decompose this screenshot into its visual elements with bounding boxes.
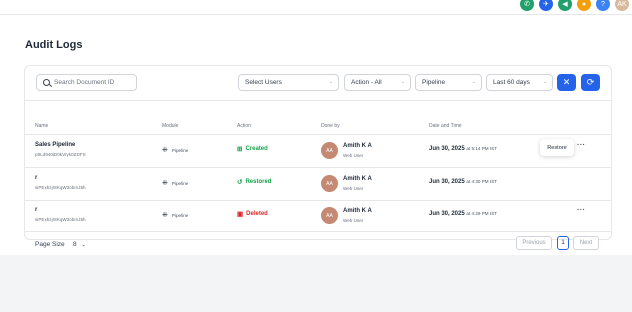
user-avatar[interactable]: AK <box>615 0 629 11</box>
trash-icon: ▣ <box>237 211 244 218</box>
user-role: Web User <box>343 186 364 191</box>
row-name[interactable]: Sales Pipeline <box>35 142 75 148</box>
users-select[interactable]: Select Users ⌄ <box>238 74 339 91</box>
help-icon[interactable]: ? <box>596 0 610 11</box>
action-select-value: Action - All <box>351 79 382 86</box>
row-module-label: Pipeline <box>171 212 189 218</box>
created-icon: ⊞ <box>237 146 243 153</box>
phone-icon[interactable]: ✆ <box>520 0 534 11</box>
user-role: Web User <box>343 153 364 158</box>
divider <box>25 200 611 201</box>
row-action-label: Restored <box>245 179 272 185</box>
row-action: ⊞ Created <box>237 145 268 153</box>
row-time: at 4:30 PM IST <box>466 179 498 184</box>
row-action: ▣ Deleted <box>237 210 268 218</box>
bell-icon[interactable]: ● <box>577 0 591 11</box>
refresh-icon: ⟳ <box>586 77 595 87</box>
restore-icon: ↺ <box>237 179 243 186</box>
row-document-id: siPExbzjr8KqW3obmJ5h <box>35 185 86 190</box>
user-name: Amith K A <box>343 143 372 149</box>
row-name[interactable]: r <box>35 175 37 181</box>
column-header-date: Date and Time <box>429 123 462 129</box>
user-name: Amith K A <box>343 208 372 214</box>
column-header-action: Action <box>237 123 251 129</box>
search-icon <box>43 79 50 86</box>
users-select-value: Select Users <box>245 79 282 86</box>
module-select[interactable]: Pipeline ⌄ <box>415 74 482 91</box>
user-role: Web User <box>343 218 364 223</box>
date-range-value: Last 60 days <box>493 79 530 86</box>
row-date: Jun 30, 2025 <box>429 146 465 152</box>
column-header-done-by: Done by <box>321 123 340 129</box>
avatar: AA <box>321 175 338 192</box>
page-size-label: Page Size <box>35 241 65 248</box>
main-content: Audit Logs Search Document ID Select Use… <box>0 15 632 255</box>
date-range-select[interactable]: Last 60 days ⌄ <box>486 74 553 91</box>
row-action-label: Deleted <box>246 211 268 217</box>
row-time: at 4:29 PM IST <box>466 211 498 216</box>
row-document-id: siPExbzjr8KqW3obmJ5h <box>35 217 86 222</box>
row-module: ⁜ Pipeline <box>162 211 188 219</box>
page-size-value: 8 <box>73 241 77 248</box>
column-header-name: Name <box>35 123 49 129</box>
previous-page-button[interactable]: Previous <box>516 236 552 250</box>
row-module-label: Pipeline <box>171 147 189 153</box>
chevron-down-icon: ⌄ <box>400 79 405 85</box>
row-menu-button[interactable]: ··· <box>577 142 586 149</box>
chevron-down-icon: ⌄ <box>471 79 476 85</box>
restore-menu-item[interactable]: Restore <box>540 139 574 156</box>
row-module: ⁜ Pipeline <box>162 179 188 187</box>
row-date: Jun 30, 2025 <box>429 179 465 185</box>
page-number-button[interactable]: 1 <box>557 236 569 250</box>
pipeline-icon: ⁜ <box>162 212 168 219</box>
module-select-value: Pipeline <box>422 79 446 86</box>
avatar: AA <box>321 142 338 159</box>
next-page-button[interactable]: Next <box>573 236 599 250</box>
search-placeholder: Search Document ID <box>54 79 115 86</box>
clear-filters-button[interactable]: ✕ <box>557 74 576 91</box>
divider <box>25 100 611 101</box>
row-date: Jun 30, 2025 <box>429 211 465 217</box>
megaphone-icon[interactable]: ◀ <box>558 0 572 11</box>
divider <box>25 167 611 168</box>
user-name: Amith K A <box>343 176 372 182</box>
row-datetime: Jun 30, 2025 at 4:29 PM IST <box>429 211 497 217</box>
search-input[interactable]: Search Document ID <box>36 74 137 91</box>
divider <box>25 231 611 232</box>
column-header-module: Module <box>162 123 179 129</box>
avatar: AA <box>321 207 338 224</box>
divider <box>25 134 611 135</box>
row-document-id: p9Ld940iD0kVryk0ZDFS <box>35 152 86 157</box>
page-title: Audit Logs <box>25 39 83 51</box>
row-module: ⁜ Pipeline <box>162 146 188 154</box>
refresh-button[interactable]: ⟳ <box>581 74 600 91</box>
page-size-select[interactable]: 8 ⌄ <box>73 241 86 248</box>
row-module-label: Pipeline <box>171 180 189 186</box>
action-select[interactable]: Action - All ⌄ <box>344 74 411 91</box>
row-menu-button[interactable]: ··· <box>577 207 586 214</box>
row-datetime: Jun 30, 2025 at 4:30 PM IST <box>429 179 497 185</box>
row-action-label: Created <box>245 146 268 152</box>
row-action: ↺ Restored <box>237 178 271 186</box>
top-bar: ✆ ✈ ◀ ● ? AK <box>0 0 632 15</box>
row-datetime: Jun 30, 2025 at 5:14 PM IST <box>429 146 497 152</box>
pipeline-icon: ⁜ <box>162 147 168 154</box>
pipeline-icon: ⁜ <box>162 180 168 187</box>
chevron-down-icon: ⌄ <box>542 79 547 85</box>
row-time: at 5:14 PM IST <box>466 146 498 151</box>
rocket-icon[interactable]: ✈ <box>539 0 553 11</box>
chevron-down-icon: ⌄ <box>81 242 86 248</box>
row-name[interactable]: r <box>35 207 37 213</box>
chevron-down-icon: ⌄ <box>328 79 333 85</box>
close-icon: ✕ <box>562 77 571 87</box>
top-bar-icons: ✆ ✈ ◀ ● ? AK <box>520 0 629 11</box>
audit-log-card: Search Document ID Select Users ⌄ Action… <box>24 65 612 250</box>
